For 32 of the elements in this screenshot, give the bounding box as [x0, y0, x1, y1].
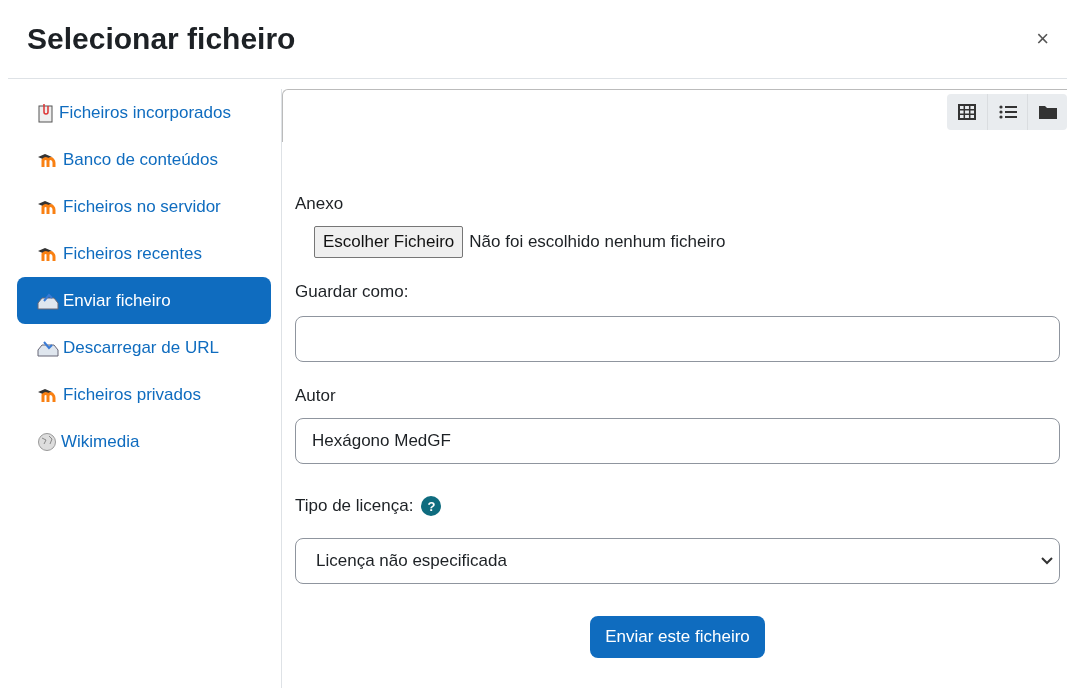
- mortarboard-m-icon: [37, 245, 59, 262]
- input-field[interactable]: Hexágono MedGF: [295, 418, 1060, 464]
- dialog-title: Selecionar ficheiro: [27, 22, 296, 56]
- sidebar-item[interactable]: Ficheiros incorporados: [17, 89, 271, 136]
- field-label: Anexo: [295, 194, 345, 214]
- mortarboard-m-icon: [37, 198, 59, 215]
- sidebar-item[interactable]: Descarregar de URL: [17, 324, 271, 371]
- sidebar-item[interactable]: Ficheiros recentes: [17, 230, 271, 277]
- field-label: Tipo de licença:: [295, 496, 414, 516]
- document-icon: [37, 102, 55, 123]
- folder-icon: [1037, 104, 1058, 120]
- sidebar-item[interactable]: Enviar ficheiro: [17, 277, 271, 324]
- mortarboard-m-icon: [37, 386, 59, 403]
- inbox-upload-icon: [37, 291, 59, 310]
- sidebar-item[interactable]: Banco de conteúdos: [17, 136, 271, 183]
- grid-icon: [958, 104, 976, 120]
- help-icon[interactable]: ?: [421, 496, 442, 516]
- sidebar-item[interactable]: Ficheiros privados: [17, 371, 271, 418]
- submit-button[interactable]: Enviar este ficheiro: [590, 616, 765, 658]
- close-button[interactable]: ×: [1032, 22, 1053, 56]
- globe-icon: [37, 431, 57, 452]
- file-status-text: Não foi escolhido nenhum ficheiro: [469, 232, 726, 252]
- mortarboard-m-icon: [37, 151, 59, 168]
- sidebar-item[interactable]: Ficheiros no servidor: [17, 183, 271, 230]
- chevron-down-icon: [1041, 557, 1053, 565]
- sidebar-item[interactable]: Wikimedia: [17, 418, 271, 465]
- input-field[interactable]: [295, 316, 1060, 362]
- field-label: Guardar como:: [295, 282, 410, 302]
- field-label: Autor: [295, 386, 337, 406]
- list-icon: [998, 104, 1017, 120]
- choose-file-button[interactable]: Escolher Ficheiro: [314, 226, 464, 258]
- license-dropdown[interactable]: Licença não especificada: [295, 538, 1060, 584]
